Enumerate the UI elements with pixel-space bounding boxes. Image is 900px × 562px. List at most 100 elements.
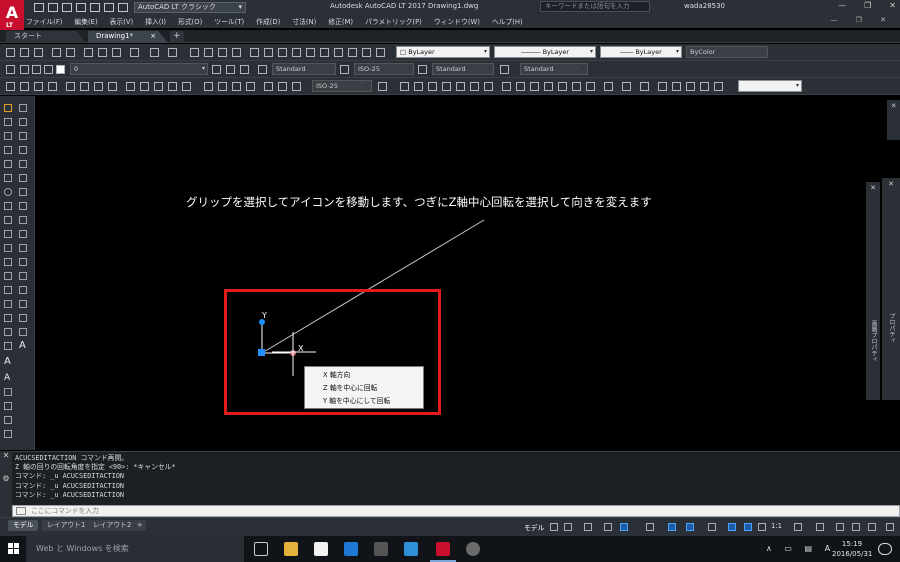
ortho-icon[interactable] [604,523,612,531]
command-input[interactable]: ここにコマンドを入力 [12,505,900,517]
layer-states-icon[interactable] [226,65,235,74]
close-icon[interactable]: × [150,31,156,42]
point-icon[interactable] [4,286,12,294]
close-icon[interactable]: ✕ [0,451,12,460]
stretch-icon[interactable] [19,216,27,224]
snap-endpoint-icon[interactable] [428,82,437,91]
tab-drawing1[interactable]: Drawing1* × [88,31,168,43]
snap-quadrant-icon[interactable] [516,82,525,91]
annotation-visibility-icon[interactable] [728,523,736,531]
named-view-select[interactable]: ▾ [738,80,802,92]
mleader-style-select[interactable]: Standard ▾ [520,63,588,75]
view-3-icon[interactable] [686,82,695,91]
hatch-icon[interactable] [4,300,12,308]
chamfer-icon[interactable] [19,286,27,294]
table-style-select[interactable]: Standard ▾ [432,63,494,75]
command-window-handle[interactable]: ✕ ⚙ [0,451,12,517]
wipeout-icon[interactable] [4,342,12,350]
join-icon[interactable] [19,272,27,280]
extend-icon[interactable] [19,244,27,252]
ellipse-arc-icon[interactable] [4,244,12,252]
radius-icon[interactable] [66,82,75,91]
menu-item-rotate-z[interactable]: Z 軸を中心に回転 [323,382,423,395]
arc-icon[interactable] [4,174,12,182]
close-icon[interactable]: ✕ [887,100,900,112]
field-icon[interactable] [4,388,12,396]
layer-select[interactable]: 0 ▾ [70,63,208,75]
layout-tab-model[interactable]: モデル [8,520,39,531]
baseline-icon[interactable] [140,82,149,91]
menu-file[interactable]: ファイル(F) [26,16,62,26]
osnap-settings-icon[interactable] [640,82,649,91]
single-text-icon[interactable]: A [4,374,12,383]
polyline-icon[interactable] [4,132,12,140]
paste-icon[interactable] [112,48,121,57]
layer-state-icon[interactable] [376,48,385,57]
jogged-linear-icon[interactable] [246,82,255,91]
color-select[interactable]: □ ByLayer ▾ [396,46,490,58]
cut-icon[interactable] [84,48,93,57]
region-icon[interactable] [4,328,12,336]
snap-nearest-icon[interactable] [604,82,613,91]
array-icon[interactable] [19,160,27,168]
media-player-icon[interactable] [374,542,388,556]
multiline-text-icon[interactable]: A [19,341,27,351]
rotate-icon[interactable] [19,188,27,196]
fillet-icon[interactable] [19,300,27,308]
move-icon[interactable] [19,174,27,182]
spell-check-icon[interactable] [4,416,12,424]
grid-icon[interactable] [550,523,558,531]
ray-icon[interactable] [414,82,423,91]
linear-dim-icon[interactable] [6,82,15,91]
snap-icon[interactable] [564,523,572,531]
tab-start[interactable]: スタート [6,31,86,43]
tool-palettes-icon[interactable] [278,48,287,57]
help-icon[interactable] [334,48,343,57]
plotstyle-select[interactable]: ByColor ▾ [686,46,768,58]
undo-icon[interactable] [150,48,159,57]
properties-icon[interactable] [250,48,259,57]
plot-icon[interactable] [90,2,100,12]
continue-icon[interactable] [154,82,163,91]
annotation-scale-value[interactable]: 1:1 [771,522,782,530]
search-input[interactable]: キーワードまたは語句を入力 [540,1,650,12]
scale-text-icon[interactable] [4,430,12,438]
match-properties-icon[interactable] [130,48,139,57]
make-block-icon[interactable] [4,272,12,280]
close-icon[interactable]: ✕ [882,178,900,190]
annotation-monitor-icon[interactable] [816,523,824,531]
new-file-icon[interactable] [34,2,44,12]
snap-midpoint-icon[interactable] [442,82,451,91]
auto-scale-icon[interactable] [744,523,752,531]
construction-line-icon[interactable] [4,118,12,126]
preview-icon[interactable] [66,48,75,57]
inspection-icon[interactable] [232,82,241,91]
redo-icon[interactable] [118,2,128,12]
angular-icon[interactable] [108,82,117,91]
edge-icon[interactable] [344,542,358,556]
undo-icon[interactable] [104,2,114,12]
user-name[interactable]: wada28530 [684,2,725,10]
model-space-button[interactable]: モデル [524,522,544,532]
clock[interactable]: 15:19 2016/05/31 [832,539,872,559]
hardware-acceleration-icon[interactable] [852,523,860,531]
paint-icon[interactable] [466,542,480,556]
zoom-previous-icon[interactable] [232,48,241,57]
layout-tab-1[interactable]: レイアウト1 [42,520,91,531]
dim-style-select[interactable]: ISO-25 ▾ [354,63,414,75]
ordinate-icon[interactable] [48,82,57,91]
line-icon[interactable] [400,82,409,91]
workspace-select[interactable]: AutoCAD LT クラシック ▾ [134,1,246,13]
zoom-realtime-icon[interactable] [204,48,213,57]
diameter-icon[interactable] [94,82,103,91]
drawing-canvas[interactable]: グリップを選択してアイコンを移動します、つぎにZ軸中心回転を選択して向きを変えま… [36,96,866,448]
snap-node-icon[interactable] [586,82,595,91]
quickcalc-icon[interactable] [320,48,329,57]
menu-item-x-direction[interactable]: X 軸方向 [323,369,423,382]
offset-icon[interactable] [19,146,27,154]
trim-icon[interactable] [19,230,27,238]
snap-extension-icon[interactable] [484,82,493,91]
arc-length-icon[interactable] [34,82,43,91]
snap-tangent-icon[interactable] [530,82,539,91]
plot-icon[interactable] [52,48,61,57]
